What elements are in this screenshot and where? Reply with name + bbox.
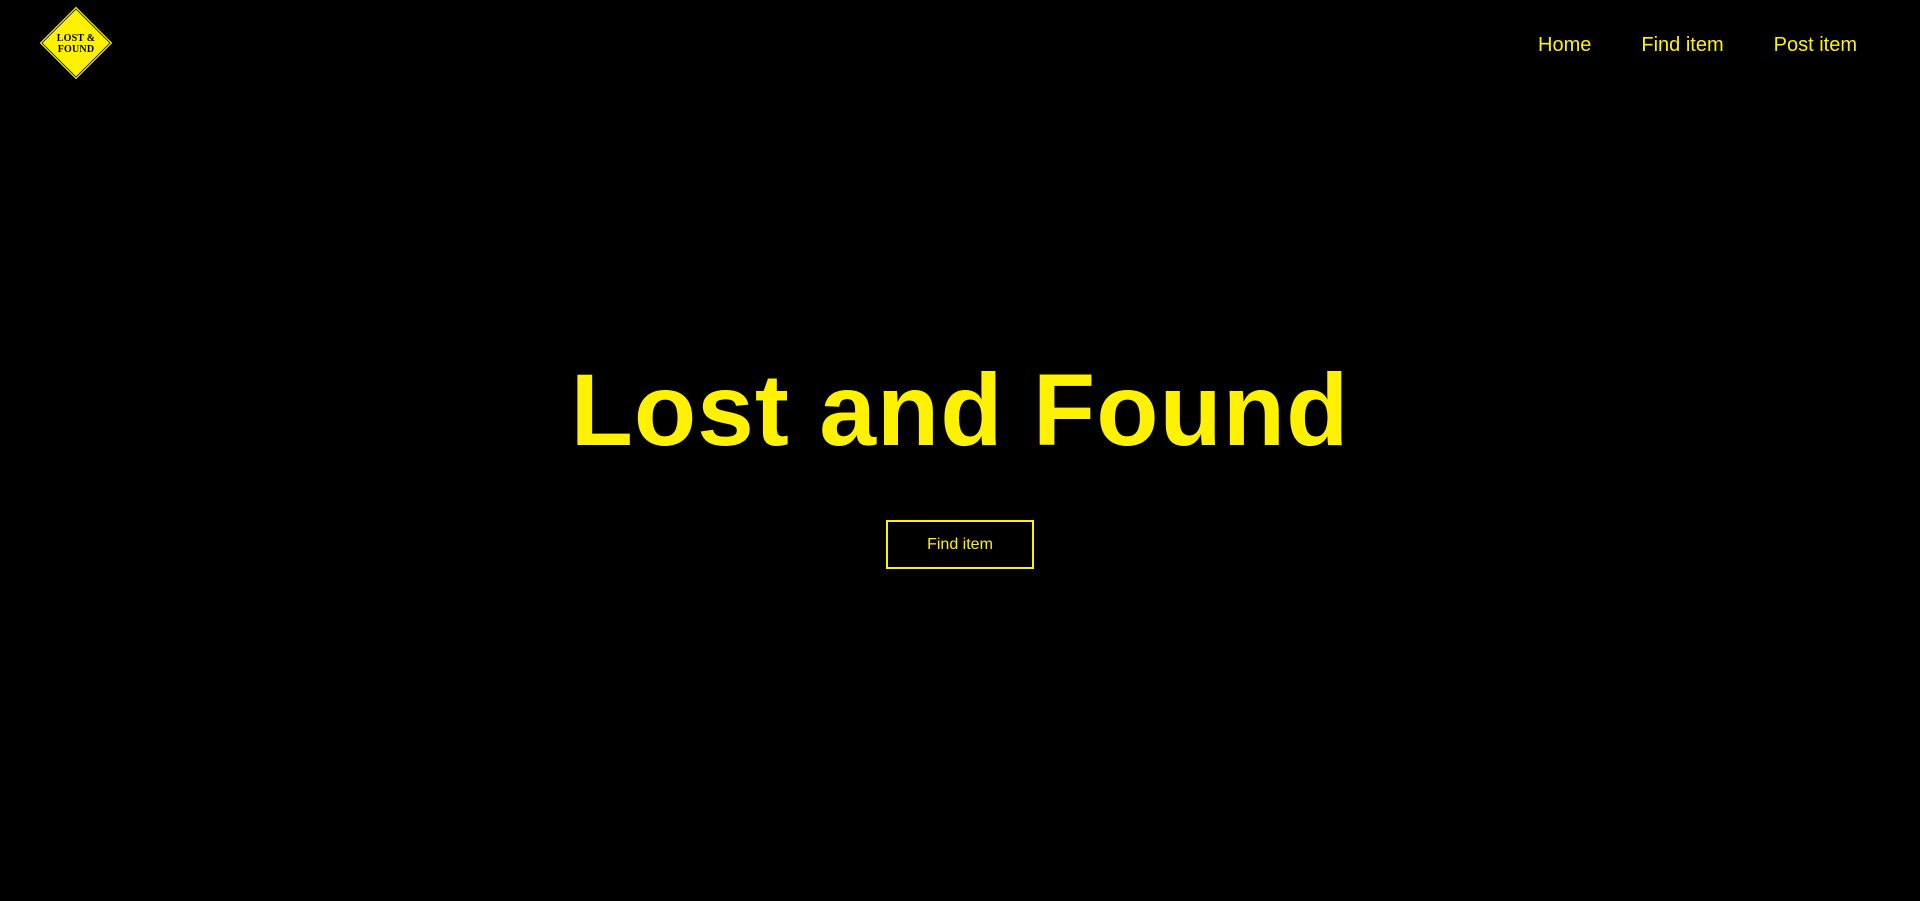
nav-home-link[interactable]: Home	[1538, 33, 1591, 57]
nav-find-item-link[interactable]: Find item	[1641, 33, 1723, 57]
logo-text-line1: LOST &	[56, 33, 96, 44]
site-header: LOST & FOUND Home Find item Post item	[0, 0, 1920, 90]
logo-link[interactable]: LOST & FOUND	[38, 5, 114, 81]
main-nav: Home Find item Post item	[1538, 33, 1857, 57]
logo-text-line2: FOUND	[57, 44, 95, 55]
hero-title: Lost and Found	[570, 353, 1350, 467]
nav-post-item-link[interactable]: Post item	[1774, 33, 1857, 57]
logo-text: LOST & FOUND	[38, 33, 114, 55]
find-item-button[interactable]: Find item	[886, 520, 1034, 569]
